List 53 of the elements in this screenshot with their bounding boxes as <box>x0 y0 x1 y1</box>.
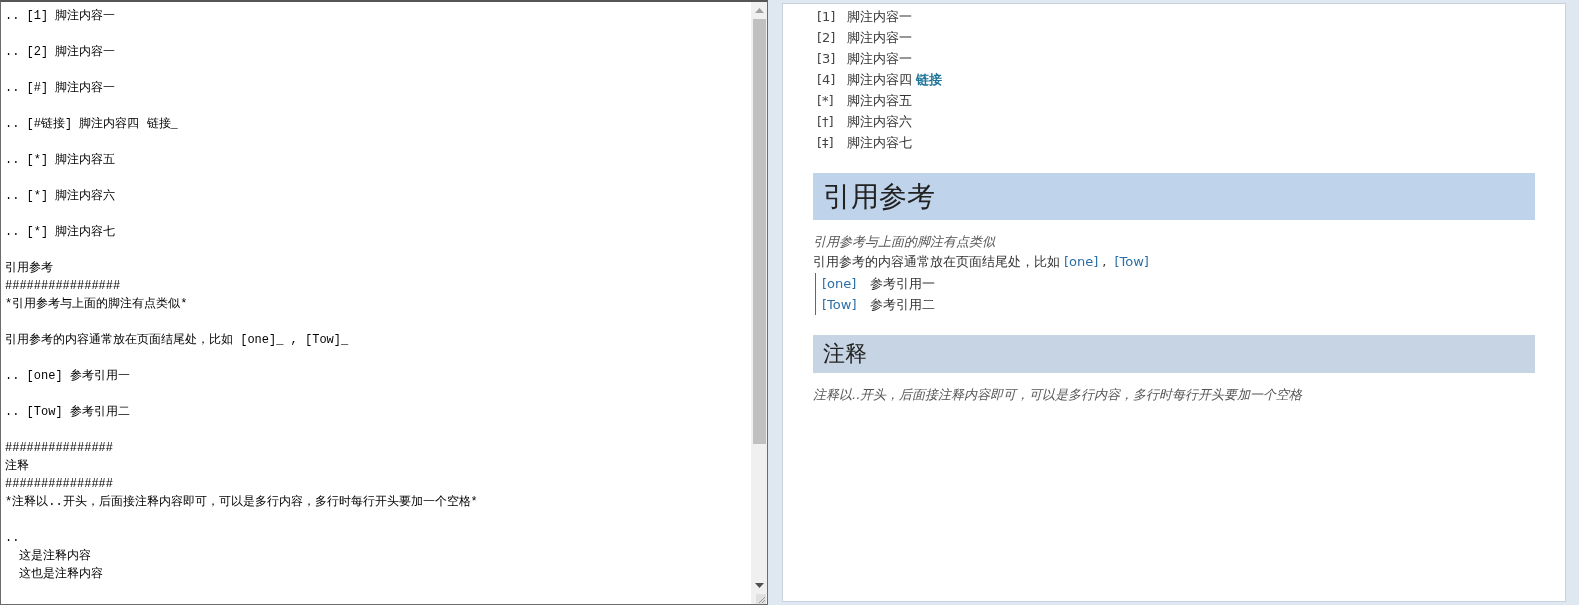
footnote-text: 脚注内容四 <box>847 71 912 89</box>
paragraph-text: 引用参考的内容通常放在页面结尾处，比如 <box>813 254 1060 269</box>
source-line: 这也是注释内容 <box>18 566 104 583</box>
source-line: .. [*] 脚注内容六 <box>5 188 116 205</box>
source-line: ############### <box>5 440 114 457</box>
footnote-text: 脚注内容六 <box>847 113 912 131</box>
footnote-text: 脚注内容五 <box>847 92 912 110</box>
source-line: *注释以..开头，后面接注释内容即可，可以是多行内容，多行时每行开头要加一个空格* <box>5 494 478 511</box>
footnote-text: 脚注内容一 <box>847 8 912 26</box>
footnote-label[interactable]: [4] <box>817 69 843 90</box>
source-line: .. [#链接] 脚注内容四 链接_ <box>5 116 178 133</box>
footnote-text: 脚注内容一 <box>847 29 912 47</box>
source-line: ############### <box>5 476 114 493</box>
source-line: .. [1] 脚注内容一 <box>5 8 116 25</box>
source-line: *引用参考与上面的脚注有点类似* <box>5 296 188 313</box>
footnote-text: 脚注内容七 <box>847 134 912 152</box>
citation-label[interactable]: [one] <box>822 273 858 294</box>
footnote-label[interactable]: [2] <box>817 27 843 48</box>
footnote-label[interactable]: [*] <box>817 90 843 111</box>
section-heading: 注释 <box>813 335 1535 373</box>
citation-link[interactable]: [one] <box>1064 254 1099 269</box>
citation-text: 参考引用二 <box>870 296 935 314</box>
scroll-down-icon[interactable] <box>754 583 764 588</box>
source-line: ################ <box>5 278 121 295</box>
source-line: .. [#] 脚注内容一 <box>5 80 116 97</box>
separator-text: , <box>1102 254 1107 269</box>
source-line: .. <box>5 530 20 547</box>
source-line: 这是注释内容 <box>18 548 92 565</box>
footnote-label[interactable]: [3] <box>817 48 843 69</box>
source-line: .. [*] 脚注内容七 <box>5 224 116 241</box>
section-heading: 引用参考 <box>813 173 1535 220</box>
source-line: .. [one] 参考引用一 <box>5 368 130 385</box>
source-line: .. [Tow] 参考引用二 <box>5 404 130 421</box>
citation-text: 参考引用一 <box>870 275 935 293</box>
footnote-link[interactable]: 链接 <box>916 69 942 90</box>
scroll-up-icon[interactable] <box>754 8 764 13</box>
resize-grip-icon[interactable] <box>756 594 766 604</box>
source-line: 引用参考的内容通常放在页面结尾处，比如 [one]_ , [Tow]_ <box>5 332 349 349</box>
scrollbar-thumb[interactable] <box>752 19 766 444</box>
italic-note: 引用参考与上面的脚注有点类似 <box>813 233 997 251</box>
source-line: 注释 <box>5 458 29 475</box>
source-line: .. [*] 脚注内容五 <box>5 152 116 169</box>
footnote-label[interactable]: [†] <box>817 111 843 132</box>
citation-label[interactable]: [Tow] <box>822 294 858 315</box>
italic-note: 注释以..开头，后面接注释内容即可，可以是多行内容，多行时每行开头要加一个空格 <box>813 386 1304 404</box>
scrollbar[interactable] <box>751 2 767 604</box>
editor-pane[interactable] <box>0 0 768 605</box>
footnote-label[interactable]: [‡] <box>817 132 843 153</box>
footnote-text: 脚注内容一 <box>847 50 912 68</box>
citation-link[interactable]: [Tow] <box>1114 254 1149 269</box>
source-line: .. [2] 脚注内容一 <box>5 44 116 61</box>
source-line: 引用参考 <box>5 260 53 277</box>
footnote-label[interactable]: [1] <box>817 6 843 27</box>
